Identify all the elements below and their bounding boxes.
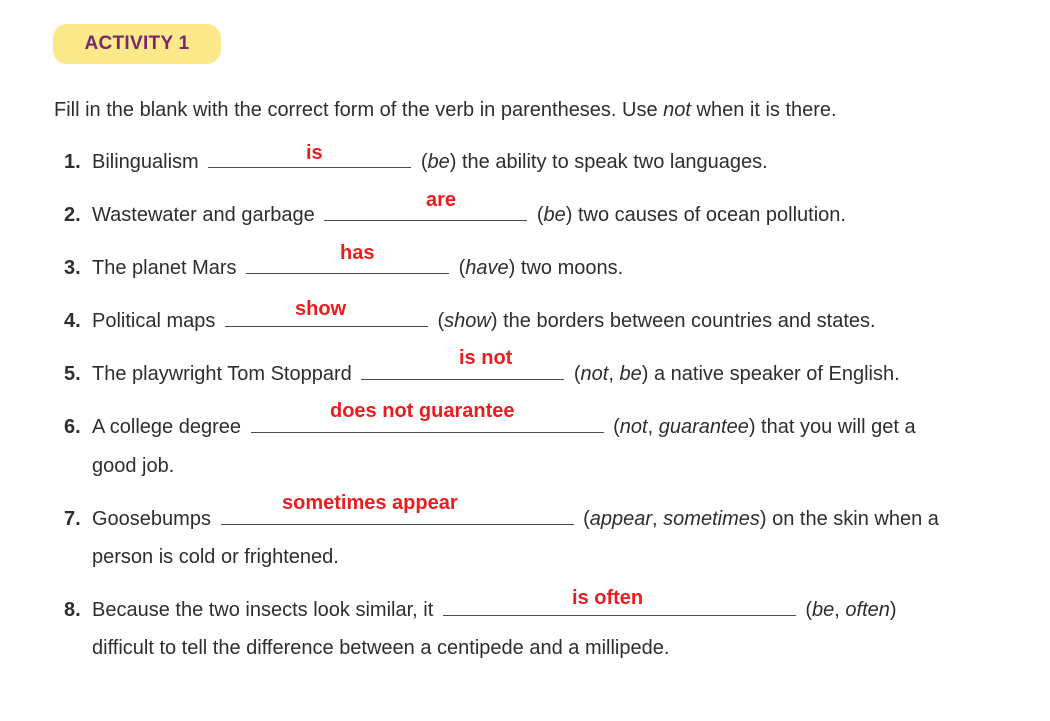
item-prompt: The planet Mars [92,257,237,279]
activity-label: ACTIVITY 1 [84,33,190,54]
item-prompt: Political maps [92,310,216,332]
answer-blank[interactable] [442,614,796,616]
answer-blank[interactable] [224,325,428,327]
item-continuation-7: person is cold or frightened. [92,546,339,568]
item-rest: the ability to speak two languages. [456,151,768,173]
item-number: 5. [64,363,81,385]
answer-blank[interactable] [208,166,412,168]
answer-text-6: does not guarantee [330,400,515,422]
answer-text-1: is [306,142,323,164]
item-rest: two moons. [515,257,624,279]
answer-text-8: is often [572,587,644,609]
item-number: 4. [64,310,81,332]
instructions: Fill in the blank with the correct form … [54,97,837,123]
exercise-item-4: 4. Political maps (show) the borders betw… [64,310,876,332]
answer-blank[interactable] [220,523,574,525]
answer-text-4: show [295,298,347,320]
exercise-item-7: 7. Goosebumps (appear, sometimes) on the … [64,508,939,530]
answer-text-2: are [426,189,457,211]
item-rest: two causes of ocean pollution. [572,204,846,226]
item-hint-2: sometimes [663,508,760,530]
item-prompt: A college degree [92,416,242,438]
item-prompt: Bilingualism [92,151,199,173]
answer-blank[interactable] [246,272,450,274]
item-hint-2: guarantee [658,416,749,438]
item-number: 3. [64,257,81,279]
item-rest: that you will get a [755,416,916,438]
item-continuation-8: difficult to tell the difference between… [92,637,670,659]
item-number: 8. [64,599,81,621]
item-hint-1: appear [589,508,653,530]
item-hint-1: be [812,599,835,621]
answer-blank[interactable] [361,378,565,380]
item-hint: have [465,257,509,279]
item-number: 2. [64,204,81,226]
item-rest: the borders between countries and states… [497,310,876,332]
item-prompt: The playwright Tom Stoppard [92,363,352,385]
item-prompt: Because the two insects look similar, it [92,599,434,621]
instructions-emphasis: not [663,99,691,121]
answer-text-3: has [340,242,375,264]
item-hint-1: not [580,363,609,385]
item-hint: be [543,204,566,226]
item-rest: on the skin when a [766,508,939,530]
instructions-text-2: when it is there. [690,99,837,121]
answer-blank[interactable] [250,431,604,433]
item-hint-1: not [619,416,648,438]
item-number: 6. [64,416,81,438]
item-prompt: Goosebumps [92,508,211,530]
answer-text-7: sometimes appear [282,492,458,514]
item-hint-2: be [619,363,642,385]
item-rest: a native speaker of English. [648,363,900,385]
item-continuation-6: good job. [92,455,175,477]
instructions-text-1: Fill in the blank with the correct form … [54,99,664,121]
item-number: 1. [64,151,81,173]
item-prompt: Wastewater and garbage [92,204,315,226]
answer-text-5: is not [459,347,513,369]
item-hint: show [444,310,491,332]
answer-blank[interactable] [324,219,528,221]
item-hint: be [427,151,450,173]
exercise-item-1: 1. Bilingualism (be) the ability to speak… [64,151,768,173]
exercise-item-8: 8. Because the two insects look similar, … [64,599,897,621]
activity-badge: ACTIVITY 1 [53,24,221,64]
item-number: 7. [64,508,81,530]
item-hint-2: often [845,599,890,621]
